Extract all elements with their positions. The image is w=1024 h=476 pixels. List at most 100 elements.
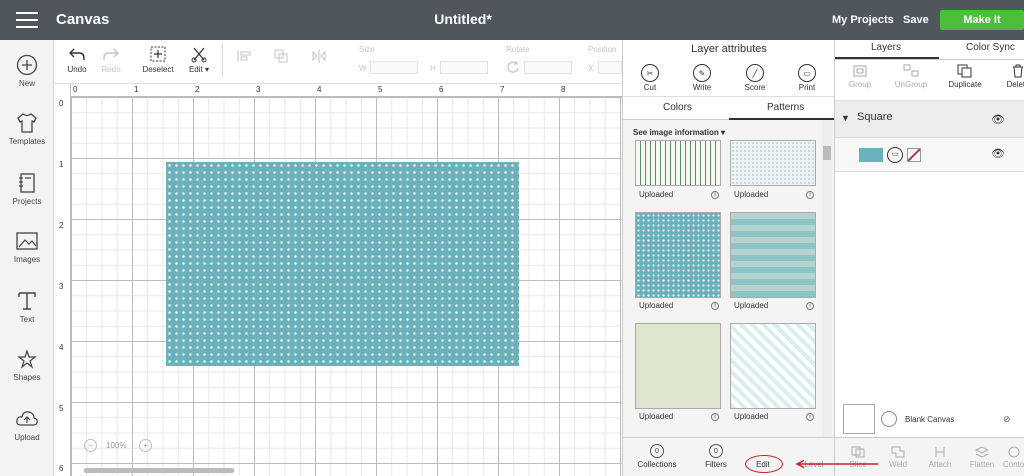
info-icon[interactable]: i (806, 191, 814, 199)
caret-down-icon[interactable]: ▼ (841, 113, 850, 123)
nav-label: Text (19, 315, 35, 324)
layers-panel: Layers Color Sync Group UnGroup Duplicat… (834, 40, 1024, 476)
nav-images[interactable]: Images (0, 230, 54, 264)
ruler-tick: 6 (59, 464, 64, 473)
annotation-arrow (795, 460, 878, 468)
eye-icon[interactable]: 👁 (991, 147, 1005, 160)
edit-label: Edit (188, 65, 203, 74)
width-input[interactable] (370, 61, 418, 74)
tab-patterns[interactable]: Patterns (767, 102, 804, 113)
document-title: Untitled* (434, 11, 492, 27)
filters-button[interactable]: 0 Filters (701, 444, 731, 469)
annotation-circle (745, 455, 783, 473)
arrange-button[interactable] (266, 48, 296, 66)
blank-canvas-row[interactable]: Blank Canvas ⊘ (835, 402, 1024, 436)
collections-button[interactable]: 0 Collections (635, 444, 679, 469)
design-canvas[interactable]: 0 1 2 3 4 5 6 7 8 0 1 2 3 4 5 6 − 100% + (54, 84, 622, 476)
my-projects-link[interactable]: My Projects (832, 14, 894, 26)
attr-label: Write (692, 83, 712, 92)
scroll-thumb[interactable] (823, 146, 831, 160)
nav-label: New (18, 79, 35, 88)
nav-upload[interactable]: Upload (0, 408, 54, 442)
zoom-in-icon[interactable]: + (139, 439, 152, 452)
left-navigation: New Templates Projects Images Text Shape… (0, 40, 54, 476)
ruler-tick: 3 (59, 282, 64, 291)
undo-button[interactable]: Undo (64, 45, 90, 74)
align-button[interactable] (229, 48, 259, 66)
canvas-color-circle[interactable] (881, 411, 897, 427)
score-icon: ╱ (746, 64, 764, 82)
chevron-down-icon: ▾ (202, 65, 210, 74)
attr-cut[interactable]: ✂ Cut (630, 64, 670, 92)
delete-button[interactable]: Delete (1003, 64, 1024, 89)
ruler-tick: 1 (59, 160, 64, 169)
position-label: Position (588, 45, 617, 54)
flatten-icon (975, 446, 989, 458)
see-image-info-toggle[interactable]: See image information ▾ (633, 128, 725, 137)
pattern-gallery: See image information ▾ Uploaded i Uploa… (623, 120, 835, 437)
attach-button[interactable]: Attach (923, 446, 957, 469)
ungroup-button[interactable]: UnGroup (893, 64, 929, 89)
info-icon[interactable]: i (806, 302, 814, 310)
pattern-tile[interactable] (635, 140, 721, 186)
info-icon[interactable]: i (806, 413, 814, 421)
pattern-tile[interactable] (730, 140, 816, 186)
group-button[interactable]: Group (845, 64, 875, 89)
tab-colors[interactable]: Colors (663, 102, 692, 113)
action-label: UnGroup (894, 80, 928, 89)
layer-group-square[interactable]: ▼ Square 👁 ▭ 👁 (835, 100, 1024, 172)
attr-print[interactable]: ▭ Print (787, 64, 827, 92)
info-icon[interactable]: i (711, 302, 719, 310)
zoom-out-icon[interactable]: − (84, 439, 97, 452)
canvas-scrollbar[interactable] (84, 468, 234, 473)
nav-text[interactable]: Text (0, 290, 54, 324)
nav-shapes[interactable]: Shapes (0, 348, 54, 382)
edit-menu-button[interactable]: Edit ▾ (184, 45, 214, 74)
undo-icon (69, 48, 85, 60)
ruler-tick: 7 (500, 85, 505, 94)
pattern-tile[interactable] (730, 212, 816, 298)
flip-button[interactable] (304, 48, 334, 66)
pattern-tile[interactable] (635, 212, 721, 298)
redo-button[interactable]: Redo (98, 45, 124, 74)
eye-icon[interactable]: 👁 (991, 113, 1005, 126)
scissors-icon: ✂ (641, 64, 659, 82)
pattern-tile[interactable] (635, 323, 721, 409)
nav-label: Images (13, 255, 41, 264)
pattern-tile[interactable] (730, 323, 816, 409)
deselect-icon (150, 46, 166, 62)
nav-new[interactable]: New (0, 54, 54, 88)
pattern-scrollbar[interactable] (822, 120, 832, 437)
group-name: Square (857, 111, 893, 123)
ruler-tick: 8 (561, 85, 566, 94)
scissors-pencil-icon (191, 47, 207, 63)
square-shape[interactable] (166, 162, 519, 366)
save-button[interactable]: Save (903, 14, 929, 26)
make-it-button[interactable]: Make It (940, 10, 1024, 30)
flatten-button[interactable]: Flatten (965, 446, 999, 469)
layers-footer: Slice Weld Attach Flatten Contour (835, 437, 1024, 476)
duplicate-button[interactable]: Duplicate (945, 64, 985, 89)
rotate-input[interactable] (524, 61, 572, 74)
layer-row[interactable]: ▭ 👁 (835, 137, 1024, 171)
tab-layers[interactable]: Layers (871, 42, 901, 53)
see-info-label: See image information (633, 128, 719, 137)
action-label: Flatten (969, 460, 995, 469)
tile-label: Uploaded (639, 190, 674, 199)
info-icon[interactable]: i (711, 413, 719, 421)
x-input[interactable] (598, 61, 622, 74)
deselect-button[interactable]: Deselect (139, 45, 177, 74)
contour-button[interactable]: Contour (1003, 446, 1024, 469)
height-input[interactable] (440, 61, 488, 74)
attr-score[interactable]: ╱ Score (735, 64, 775, 92)
tab-color-sync[interactable]: Color Sync (966, 42, 1015, 53)
attr-write[interactable]: ✎ Write (682, 64, 722, 92)
weld-button[interactable]: Weld (883, 446, 913, 469)
hidden-eye-icon[interactable]: ⊘ (1003, 414, 1011, 425)
nav-templates[interactable]: Templates (0, 112, 54, 146)
nav-projects[interactable]: Projects (0, 172, 54, 206)
size-label: Size (359, 45, 375, 54)
info-icon[interactable]: i (711, 191, 719, 199)
ruler-top: 0 1 2 3 4 5 6 7 8 (54, 84, 622, 97)
print-layer-icon: ▭ (887, 147, 903, 163)
